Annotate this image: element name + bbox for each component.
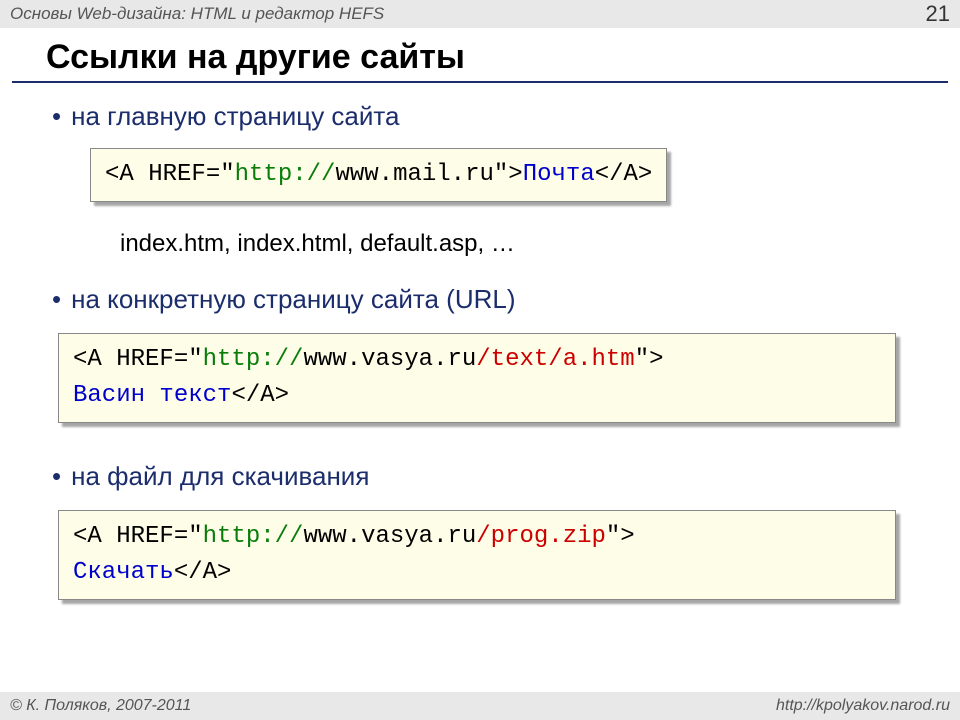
code-path: /prog.zip <box>476 523 606 550</box>
bullet-2-text: на конкретную страницу сайта (URL) <box>71 284 515 315</box>
code-host: www.mail.ru <box>335 161 493 188</box>
note-line: index.htm, index.html, default.asp, … <box>120 230 960 258</box>
code-protocol: http:// <box>235 161 336 188</box>
code-box-2: <A HREF="http://www.vasya.ru/text/a.htm"… <box>58 333 896 423</box>
code-midquote: "> <box>494 161 523 188</box>
title-underline <box>12 81 948 83</box>
footer-url: http://kpolyakov.narod.ru <box>776 697 950 715</box>
bullet-1: • на главную страницу сайта <box>52 101 960 132</box>
footer-bar: © К. Поляков, 2007-2011 http://kpolyakov… <box>0 692 960 720</box>
code-linktext: Почта <box>523 161 595 188</box>
code-protocol: http:// <box>203 346 304 373</box>
code-close: </A> <box>231 382 289 409</box>
code-linktext: Скачать <box>73 559 174 586</box>
code-midquote: "> <box>635 346 664 373</box>
bullet-icon: • <box>52 103 61 129</box>
code-prefix: <A HREF=" <box>73 523 203 550</box>
code-host: www.vasya.ru <box>303 346 476 373</box>
bullet-3: • на файл для скачивания <box>52 461 960 492</box>
code-linktext: Васин текст <box>73 382 231 409</box>
bullet-2: • на конкретную страницу сайта (URL) <box>52 284 960 315</box>
bullet-icon: • <box>52 463 61 489</box>
header-title: Основы Web-дизайна: HTML и редактор HEFS <box>10 4 384 24</box>
code-path: /text/a.htm <box>476 346 634 373</box>
code-protocol: http:// <box>203 523 304 550</box>
code-prefix: <A HREF=" <box>105 161 235 188</box>
code-midquote: "> <box>606 523 635 550</box>
code-prefix: <A HREF=" <box>73 346 203 373</box>
header-bar: Основы Web-дизайна: HTML и редактор HEFS… <box>0 0 960 28</box>
code-close: </A> <box>174 559 232 586</box>
page-number: 21 <box>926 1 950 27</box>
bullet-3-text: на файл для скачивания <box>71 461 369 492</box>
code-host: www.vasya.ru <box>303 523 476 550</box>
code-box-3: <A HREF="http://www.vasya.ru/prog.zip"> С… <box>58 510 896 600</box>
code-close: </A> <box>595 161 653 188</box>
bullet-icon: • <box>52 286 61 312</box>
footer-copyright: © К. Поляков, 2007-2011 <box>10 697 191 715</box>
code-box-1: <A HREF="http://www.mail.ru">Почта</A> <box>90 148 667 202</box>
slide-title: Ссылки на другие сайты <box>46 38 960 77</box>
bullet-1-text: на главную страницу сайта <box>71 101 399 132</box>
